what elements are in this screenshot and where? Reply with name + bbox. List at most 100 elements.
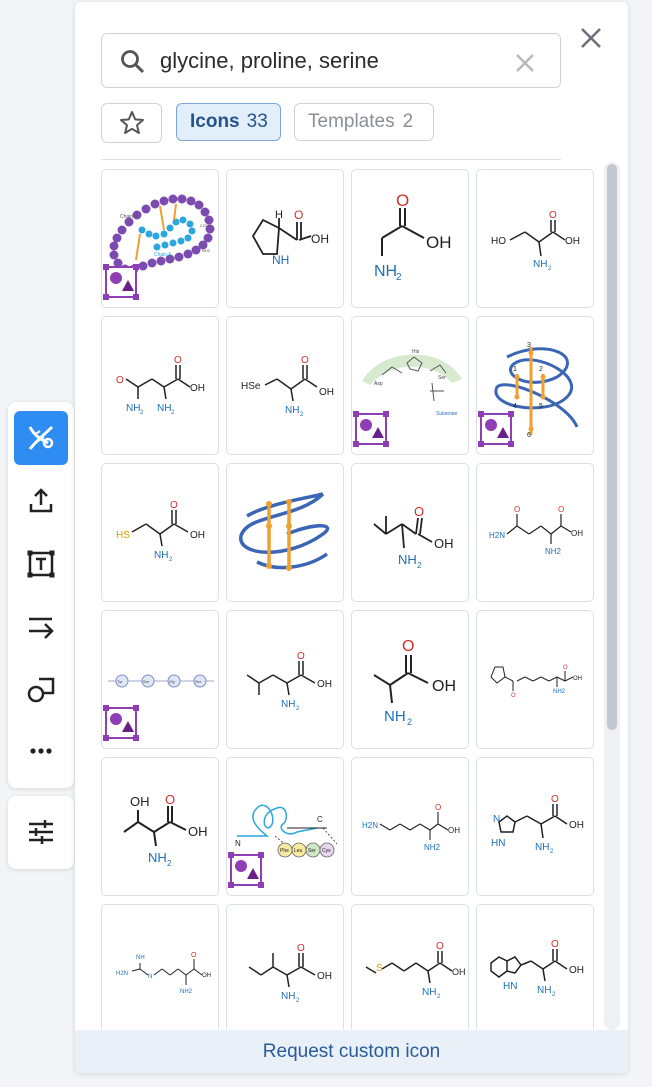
dna-tool-button[interactable] xyxy=(14,411,68,465)
icon-card-disulfide-protein-template[interactable]: 3 1 2 4 5 6 xyxy=(476,316,594,455)
icon-card-leucine[interactable]: O OH NH 2 xyxy=(226,610,344,749)
icon-card-protein-chain-template[interactable]: Chain B Chain A COOH NH2 xyxy=(101,169,219,308)
icon-card-alanine[interactable]: O OH NH 2 xyxy=(351,610,469,749)
svg-text:O: O xyxy=(297,651,305,662)
more-tools-button[interactable] xyxy=(14,724,68,778)
tab-templates[interactable]: Templates 2 xyxy=(294,103,434,141)
svg-text:NH: NH xyxy=(126,403,140,414)
arrow-tool-button[interactable] xyxy=(14,600,68,654)
tab-icons[interactable]: Icons 33 xyxy=(176,103,281,141)
svg-text:OH: OH xyxy=(569,820,584,831)
tryptophan-structure: HN O OH NH 2 xyxy=(490,939,584,998)
svg-text:2: 2 xyxy=(550,849,554,855)
icon-card-threonine[interactable]: OH O OH NH 2 xyxy=(101,757,219,896)
svg-text:OH: OH xyxy=(569,965,584,976)
svg-text:Chain A: Chain A xyxy=(154,252,172,258)
svg-text:4: 4 xyxy=(513,403,517,410)
svg-text:S: S xyxy=(376,963,383,974)
svg-text:2: 2 xyxy=(167,859,172,868)
icon-card-proline[interactable]: H O OH NH xyxy=(226,169,344,308)
icon-card-serine[interactable]: HO O OH NH 2 xyxy=(476,169,594,308)
upload-icon xyxy=(29,488,53,513)
valine-structure: O OH NH 2 xyxy=(373,504,454,570)
svg-text:6: 6 xyxy=(527,432,531,439)
serine-structure: HO O OH NH 2 xyxy=(491,210,580,272)
request-custom-icon-label: Request custom icon xyxy=(262,1040,441,1062)
icon-card-glycine[interactable]: O OH NH 2 xyxy=(351,169,469,308)
shapes-tool-button[interactable] xyxy=(14,662,68,716)
icon-card-peptide-chain-template[interactable]: Tyr Ser Gly Ser xyxy=(101,610,219,749)
template-badge-icon xyxy=(478,411,514,447)
svg-text:OH: OH xyxy=(202,973,211,979)
svg-text:NH2: NH2 xyxy=(180,989,193,995)
svg-text:O: O xyxy=(294,208,303,222)
close-icon[interactable] xyxy=(577,24,605,52)
svg-text:Leu: Leu xyxy=(294,848,303,854)
sliders-icon xyxy=(29,820,53,844)
svg-text:C: C xyxy=(317,815,323,824)
clear-search-icon[interactable] xyxy=(514,52,536,74)
selenocysteine-structure: HSe O OH NH 2 xyxy=(241,355,334,418)
svg-text:O: O xyxy=(191,952,197,959)
icon-card-methionine[interactable]: S O OH NH 2 xyxy=(351,904,469,1029)
svg-text:His: His xyxy=(412,349,420,355)
svg-text:HO: HO xyxy=(491,236,506,247)
grid-scrollbar[interactable] xyxy=(604,162,620,1030)
svg-text:Gly: Gly xyxy=(169,679,175,684)
svg-text:2: 2 xyxy=(396,272,402,283)
settings-button[interactable] xyxy=(14,805,68,859)
svg-text:Chain B: Chain B xyxy=(120,214,138,220)
svg-text:OH: OH xyxy=(311,232,329,246)
svg-text:2: 2 xyxy=(548,266,552,272)
svg-text:O: O xyxy=(549,210,557,221)
svg-text:H2N: H2N xyxy=(489,531,505,540)
text-box-icon xyxy=(27,550,55,578)
svg-text:NH: NH xyxy=(533,259,547,270)
svg-text:O: O xyxy=(297,943,305,954)
icon-card-valine[interactable]: O OH NH 2 xyxy=(351,463,469,602)
icon-card-isoleucine[interactable]: O OH NH 2 xyxy=(226,904,344,1029)
svg-text:2: 2 xyxy=(169,557,173,563)
icon-card-disulfide-protein[interactable] xyxy=(226,463,344,602)
search-field[interactable] xyxy=(101,33,561,88)
svg-text:H: H xyxy=(275,209,283,221)
svg-text:H2N: H2N xyxy=(362,821,378,830)
svg-text:NH2: NH2 xyxy=(545,547,562,556)
svg-text:2: 2 xyxy=(539,366,543,373)
svg-text:5: 5 xyxy=(539,403,543,410)
icon-card-peptide-sequence-template[interactable]: Phe Leu Ser Cys C N xyxy=(226,757,344,896)
svg-text:Cys: Cys xyxy=(322,848,331,854)
svg-text:Phe: Phe xyxy=(280,848,289,854)
icon-card-active-site-template[interactable]: His Asp Ser Substrate xyxy=(351,316,469,455)
more-icon xyxy=(30,748,52,754)
request-custom-icon-button[interactable]: Request custom icon xyxy=(75,1030,628,1073)
icon-card-asparagine[interactable]: O O OH NH 2 NH 2 xyxy=(101,316,219,455)
svg-text:2: 2 xyxy=(417,561,422,570)
svg-text:O: O xyxy=(435,803,441,812)
icon-card-arginine[interactable]: NH H2N N O OH NH2 xyxy=(101,904,219,1029)
svg-text:O: O xyxy=(551,939,559,950)
svg-text:O: O xyxy=(301,355,309,366)
svg-text:OH: OH xyxy=(317,679,332,690)
icon-card-tryptophan[interactable]: HN O OH NH 2 xyxy=(476,904,594,1029)
icon-card-glutamine[interactable]: O O H2N OH NH2 xyxy=(476,463,594,602)
icon-card-pyrrolysine[interactable]: O O OH NH2 xyxy=(476,610,594,749)
text-tool-button[interactable] xyxy=(14,537,68,591)
icon-search-panel: Icons 33 Templates 2 xyxy=(75,2,628,1073)
leucine-structure: O OH NH 2 xyxy=(246,651,332,712)
svg-text:OH: OH xyxy=(130,794,150,809)
search-input[interactable] xyxy=(160,44,500,78)
icon-card-cysteine[interactable]: HS O OH NH 2 xyxy=(101,463,219,602)
svg-text:2: 2 xyxy=(552,992,556,998)
icon-card-histidine[interactable]: N HN O OH NH 2 xyxy=(476,757,594,896)
favorites-button[interactable] xyxy=(101,103,162,143)
scrollbar-thumb[interactable] xyxy=(607,164,617,730)
svg-text:2: 2 xyxy=(407,717,412,727)
icon-card-selenocysteine[interactable]: HSe O OH NH 2 xyxy=(226,316,344,455)
upload-tool-button[interactable] xyxy=(14,474,68,528)
icon-card-lysine[interactable]: H2N O OH NH2 xyxy=(351,757,469,896)
svg-text:N: N xyxy=(493,814,500,825)
svg-text:OH: OH xyxy=(571,529,583,538)
isoleucine-structure: O OH NH 2 xyxy=(248,943,332,1004)
pyrrolysine-structure: O O OH NH2 xyxy=(490,665,582,699)
